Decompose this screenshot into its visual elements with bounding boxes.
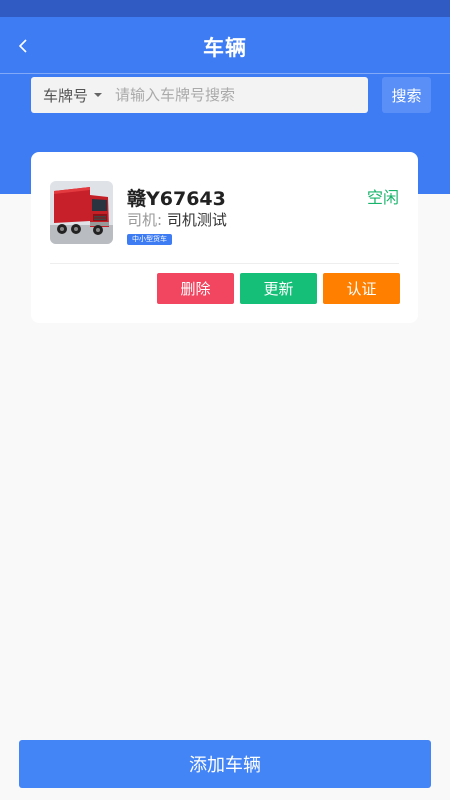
search-filter-select[interactable]: 车牌号 — [43, 77, 103, 113]
nav-bar: 车辆 — [0, 17, 450, 74]
vehicle-type-tag: 中小型货车 — [127, 234, 172, 245]
search-button[interactable]: 搜索 — [382, 77, 431, 113]
search-bar: 车牌号 搜索 — [31, 77, 431, 113]
page-title: 车辆 — [203, 36, 247, 60]
divider — [50, 263, 399, 264]
truck-icon — [50, 181, 113, 244]
search-input[interactable] — [115, 77, 355, 113]
driver-label: 司机: — [127, 211, 163, 229]
update-button[interactable]: 更新 — [240, 273, 317, 304]
vehicle-card[interactable]: 赣Y67643 空闲 司机: 司机测试 中小型货车 删除 更新 认证 — [31, 152, 418, 323]
plate-number: 赣Y67643 — [127, 188, 226, 210]
status-badge: 空闲 — [366, 188, 399, 207]
driver-name: 司机测试 — [166, 211, 227, 229]
add-vehicle-button[interactable]: 添加车辆 — [19, 740, 431, 788]
status-bar — [0, 0, 450, 17]
driver-info: 司机: 司机测试 — [127, 209, 227, 230]
search-box: 车牌号 — [31, 77, 368, 113]
certify-button[interactable]: 认证 — [323, 273, 400, 304]
caret-down-icon — [94, 93, 103, 97]
search-filter-label: 车牌号 — [43, 86, 89, 105]
delete-button[interactable]: 删除 — [157, 273, 234, 304]
